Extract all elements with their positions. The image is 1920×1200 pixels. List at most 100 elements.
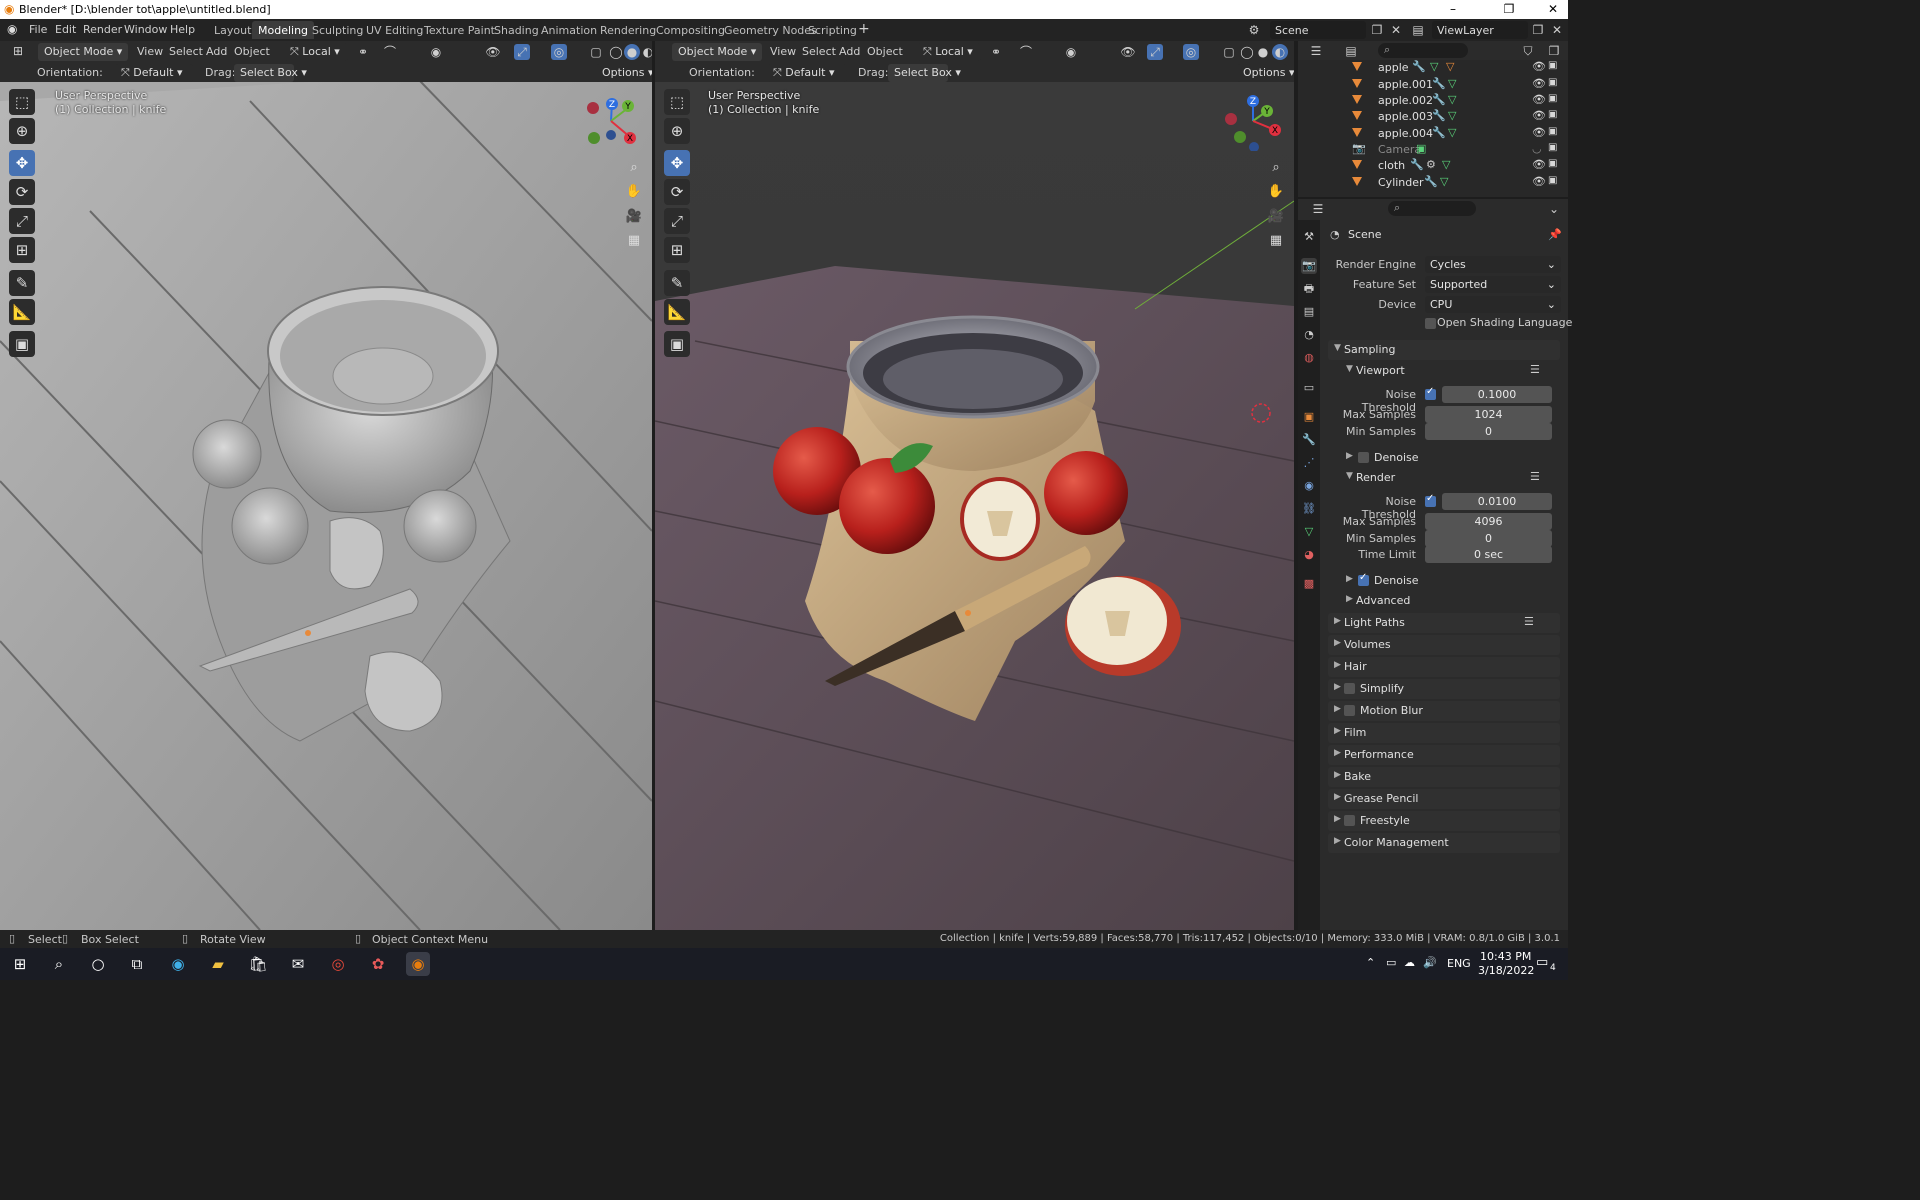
viewport-noise-threshold-field[interactable]: 0.1000 <box>1442 386 1552 403</box>
collection-tab-icon[interactable]: ▭ <box>1301 380 1317 396</box>
viewport-min-samples-field[interactable]: 0 <box>1425 423 1552 440</box>
display-mode-icon[interactable]: ▤ <box>1343 43 1359 59</box>
tab-layout[interactable]: Layout <box>208 21 257 39</box>
maximize-button[interactable]: ❐ <box>1486 0 1532 19</box>
link-icon[interactable]: ⚭ <box>355 44 371 60</box>
gizmo-toggle-icon-right[interactable]: ⤢ <box>1147 44 1163 60</box>
ortho-grid-icon[interactable]: ▦ <box>623 230 645 252</box>
zoom-icon[interactable]: ⌕ <box>623 157 645 179</box>
panel-sampling[interactable]: ▼ Sampling <box>1328 340 1560 360</box>
menu-add-right[interactable]: Add <box>839 45 860 58</box>
panel-checkbox[interactable] <box>1344 683 1355 694</box>
world-tab-icon[interactable]: ◍ <box>1301 350 1317 366</box>
notifications-icon[interactable]: ▭ <box>1536 955 1548 970</box>
viewlayer-icon[interactable]: ▤ <box>1410 22 1426 38</box>
measure-tool-right[interactable]: 📐 <box>664 299 690 325</box>
zoom-icon-right[interactable]: ⌕ <box>1265 157 1287 179</box>
xray-icon-right[interactable]: ▢ <box>1221 44 1237 60</box>
measure-tool[interactable]: 📐 <box>9 299 35 325</box>
render-max-samples-field[interactable]: 4096 <box>1425 513 1552 530</box>
pin-icon[interactable]: 📌 <box>1548 228 1562 241</box>
viewport-right[interactable]: User Perspective (1) Collection | knife … <box>655 41 1294 930</box>
navigation-gizmo-left[interactable]: Z Y X <box>584 97 644 145</box>
transform-tool[interactable]: ⊞ <box>9 237 35 263</box>
gizmo-toggle-icon[interactable]: ⤢ <box>514 44 530 60</box>
panel-checkbox[interactable] <box>1344 705 1355 716</box>
visibility-eye-icon[interactable]: 👁 <box>1532 158 1546 171</box>
volume-icon[interactable]: 🔊 <box>1423 956 1437 969</box>
onedrive-icon[interactable]: ☁ <box>1404 956 1415 969</box>
preset-list-icon[interactable]: ☰ <box>1530 363 1540 376</box>
menu-render[interactable]: Render <box>83 23 122 36</box>
language-indicator[interactable]: ENG <box>1447 957 1471 970</box>
select-box-tool-right[interactable]: ⬚ <box>664 89 690 115</box>
camera-view-icon-right[interactable]: 🎥 <box>1265 206 1287 228</box>
rotate-tool[interactable]: ⟳ <box>9 179 35 205</box>
viewport-denoise-checkbox[interactable] <box>1358 452 1369 463</box>
minimize-button[interactable]: – <box>1430 0 1476 19</box>
edge-browser-icon[interactable]: ◉ <box>166 952 190 976</box>
object-tab-icon[interactable]: ▣ <box>1301 409 1317 425</box>
menu-view-right[interactable]: View <box>770 45 796 58</box>
render-camera-icon[interactable]: ▣ <box>1548 60 1557 71</box>
scale-tool-right[interactable]: ⤢ <box>664 208 690 234</box>
menu-select-right[interactable]: Select <box>802 45 836 58</box>
mail-icon[interactable]: ✉ <box>286 952 310 976</box>
outliner-row-cylinder[interactable]: Cylinder 🔧 ▽ 👁 ▣ <box>1300 174 1568 190</box>
add-cube-tool-right[interactable]: ▣ <box>664 331 690 357</box>
file-explorer-icon[interactable]: ▰ <box>206 952 230 976</box>
render-camera-icon[interactable]: ▣ <box>1548 158 1557 169</box>
clock-time[interactable]: 10:43 PM <box>1480 950 1531 963</box>
outliner-row-camera[interactable]: 📷 Camera ▣ ◡ ▣ <box>1300 141 1568 157</box>
render-camera-icon[interactable]: ▣ <box>1548 77 1557 88</box>
panel-performance[interactable]: ▶ Performance <box>1328 745 1560 765</box>
visibility-icon-right[interactable]: 👁 <box>1120 44 1136 60</box>
snap-icon[interactable]: ⌒ <box>382 44 398 60</box>
pivot-dropdown-right[interactable]: ⤧ Local ▾ <box>917 43 981 61</box>
filter-icon[interactable]: ⛉ <box>1520 43 1536 59</box>
visibility-eye-icon[interactable]: 👁 <box>1532 175 1546 188</box>
shading-rendered-icon-right[interactable]: ◐ <box>1272 44 1288 60</box>
render-noise-threshold-field[interactable]: 0.0100 <box>1442 493 1552 510</box>
viewport-noise-threshold-checkbox[interactable] <box>1425 386 1436 400</box>
subpanel-viewport-denoise[interactable]: ▶ Denoise <box>1340 448 1560 468</box>
cursor-tool-right[interactable]: ⊕ <box>664 118 690 144</box>
render-denoise-checkbox[interactable] <box>1358 572 1369 586</box>
overlay-toggle-icon-right[interactable]: ◎ <box>1183 44 1199 60</box>
proportional-edit-icon-right[interactable]: ◉ <box>1063 44 1079 60</box>
new-scene-icon[interactable]: ❐ <box>1369 22 1385 38</box>
overlay-toggle-icon[interactable]: ◎ <box>551 44 567 60</box>
transform-tool-right[interactable]: ⊞ <box>664 237 690 263</box>
output-tab-icon[interactable]: 🖶 <box>1301 281 1317 297</box>
render-camera-icon[interactable]: ▣ <box>1548 126 1557 137</box>
outliner-row-apple-004[interactable]: apple.004 🔧 ▽ 👁 ▣ <box>1300 125 1568 141</box>
viewport-left[interactable]: User Perspective (1) Collection | knife … <box>0 41 652 930</box>
render-noise-threshold-checkbox[interactable] <box>1425 493 1436 507</box>
subpanel-viewport[interactable]: ▼ Viewport ☰ <box>1340 361 1560 381</box>
rotate-tool-right[interactable]: ⟳ <box>664 179 690 205</box>
annotate-tool[interactable]: ✎ <box>9 270 35 296</box>
new-viewlayer-icon[interactable]: ❐ <box>1530 22 1546 38</box>
menu-help[interactable]: Help <box>170 23 195 36</box>
panel-grease-pencil[interactable]: ▶ Grease Pencil <box>1328 789 1560 809</box>
render-camera-icon[interactable]: ▣ <box>1548 175 1557 186</box>
data-tab-icon[interactable]: ▽ <box>1301 524 1317 540</box>
add-cube-tool[interactable]: ▣ <box>9 331 35 357</box>
scene-selector[interactable]: Scene <box>1270 21 1366 39</box>
subpanel-render-denoise[interactable]: ▶ Denoise <box>1340 571 1560 591</box>
render-time-limit-field[interactable]: 0 sec <box>1425 546 1552 563</box>
editor-type-icon[interactable]: ⊞ <box>10 43 26 59</box>
properties-search[interactable]: ⌕ <box>1388 201 1476 216</box>
orientation-dropdown-right[interactable]: ⤧ Default ▾ <box>767 64 847 82</box>
outliner-row-apple-001[interactable]: apple.001 🔧 ▽ 👁 ▣ <box>1300 76 1568 92</box>
mode-dropdown[interactable]: Object Mode ▾ <box>38 43 128 61</box>
outliner-row-cloth[interactable]: cloth 🔧 ⚙ ▽ 👁 ▣ <box>1300 157 1568 173</box>
view-layer-tab-icon[interactable]: ▤ <box>1301 304 1317 320</box>
windows-start-icon[interactable]: ⊞ <box>8 952 32 976</box>
menu-edit[interactable]: Edit <box>55 23 76 36</box>
viewlayer-selector[interactable]: ViewLayer <box>1432 21 1528 39</box>
blender-taskbar-icon[interactable]: ◉ <box>406 952 430 976</box>
material-tab-icon[interactable]: ◕ <box>1301 547 1317 563</box>
app-icon[interactable]: ✿ <box>366 952 390 976</box>
drag-dropdown-right[interactable]: Select Box ▾ <box>888 64 961 82</box>
